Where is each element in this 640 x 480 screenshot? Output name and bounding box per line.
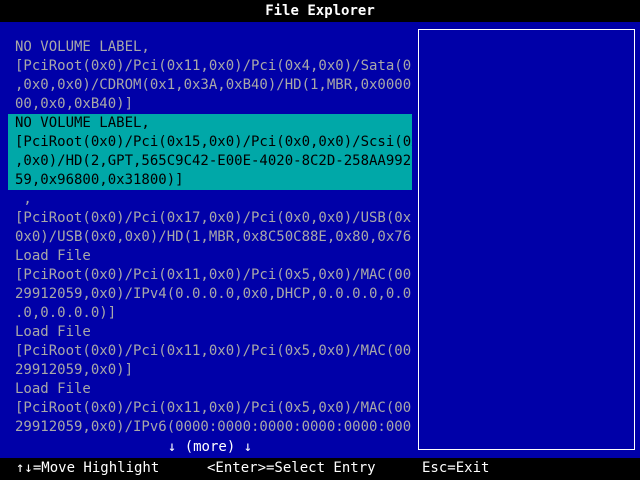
file-entry-line: NO VOLUME LABEL, bbox=[15, 115, 150, 131]
file-entry-line: Load File bbox=[15, 248, 91, 264]
footer-select-hint: <Enter>=Select Entry bbox=[207, 460, 376, 476]
file-entry-selected[interactable]: NO VOLUME LABEL, [PciRoot(0x0)/Pci(0x15,0… bbox=[8, 114, 412, 190]
footer-bar: ↑↓=Move Highlight <Enter>=Select Entry E… bbox=[0, 458, 640, 480]
file-entry-line: ,0x0)/HD(2,GPT,565C9C42-E00E-4020-8C2D-2… bbox=[15, 153, 412, 169]
file-entry-line: 29912059,0x0)] bbox=[15, 362, 134, 378]
file-entry-line: NO VOLUME LABEL, bbox=[15, 39, 150, 55]
file-entry[interactable]: Load File [PciRoot(0x0)/Pci(0x11,0x0)/Pci… bbox=[8, 323, 412, 380]
file-entry[interactable]: , [PciRoot(0x0)/Pci(0x17,0x0)/Pci(0x0,0x0… bbox=[8, 190, 412, 247]
file-entry-line: 29912059,0x0)/IPv4(0.0.0.0,0x0,DHCP,0.0.… bbox=[15, 286, 412, 302]
file-entry-line: 59,0x96800,0x31800)] bbox=[15, 172, 184, 188]
file-entry-line: [PciRoot(0x0)/Pci(0x11,0x0)/Pci(0x5,0x0)… bbox=[15, 267, 412, 283]
file-entry-line: [PciRoot(0x0)/Pci(0x11,0x0)/Pci(0x4,0x0)… bbox=[15, 58, 412, 74]
file-entry[interactable]: NO VOLUME LABEL, [PciRoot(0x0)/Pci(0x11,0… bbox=[8, 38, 412, 114]
file-entry-line: [PciRoot(0x0)/Pci(0x11,0x0)/Pci(0x5,0x0)… bbox=[15, 343, 412, 359]
more-indicator[interactable]: ↓ (more) ↓ bbox=[8, 438, 412, 457]
file-entry[interactable]: Load File [PciRoot(0x0)/Pci(0x11,0x0)/Pci… bbox=[8, 380, 412, 437]
file-entry-line: Load File bbox=[15, 324, 91, 340]
file-entry-line: [PciRoot(0x0)/Pci(0x15,0x0)/Pci(0x0,0x0)… bbox=[15, 134, 412, 150]
file-entry-line: 29912059,0x0)/IPv6(0000:0000:0000:0000:0… bbox=[15, 419, 412, 435]
help-panel bbox=[418, 29, 635, 450]
footer-exit-hint: Esc=Exit bbox=[422, 460, 490, 476]
entry-list[interactable]: NO VOLUME LABEL, [PciRoot(0x0)/Pci(0x11,0… bbox=[8, 38, 412, 438]
file-entry-line: ,0x0,0x0)/CDROM(0x1,0x3A,0xB40)/HD(1,MBR… bbox=[15, 77, 412, 93]
file-entry[interactable]: Load File [PciRoot(0x0)/Pci(0x11,0x0)/Pci… bbox=[8, 247, 412, 323]
file-entry-line: 0x0)/USB(0x0,0x0)/HD(1,MBR,0x8C50C88E,0x… bbox=[15, 229, 412, 245]
footer-move-hint: ↑↓=Move Highlight bbox=[16, 460, 160, 476]
file-entry-line: 00,0x0,0xB40)] bbox=[15, 96, 134, 112]
file-entry-line: [PciRoot(0x0)/Pci(0x11,0x0)/Pci(0x5,0x0)… bbox=[15, 400, 412, 416]
file-entry-line: Load File bbox=[15, 381, 91, 397]
file-entry-line: , bbox=[15, 191, 32, 207]
file-entry-line: .0,0.0.0.0)] bbox=[15, 305, 117, 321]
window-title: File Explorer bbox=[0, 0, 640, 22]
file-entry-line: [PciRoot(0x0)/Pci(0x17,0x0)/Pci(0x0,0x0)… bbox=[15, 210, 412, 226]
